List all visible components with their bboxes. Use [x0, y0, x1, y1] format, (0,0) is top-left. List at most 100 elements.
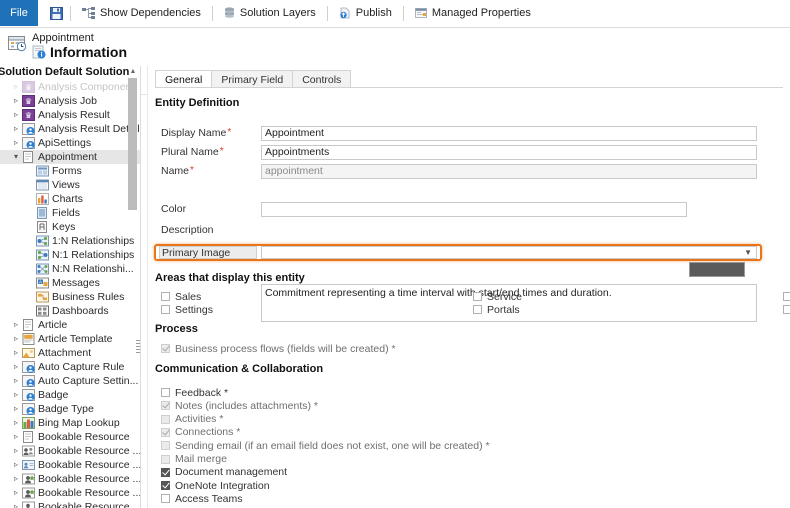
communication-checkbox-feedback[interactable]: Feedback * [161, 386, 228, 399]
tree-node-auto-capture-rule[interactable]: ▹Auto Capture Rule [0, 360, 140, 374]
expand-collapse-icon[interactable]: ▹ [10, 444, 22, 458]
checkbox-icon[interactable] [161, 305, 170, 314]
tree-node-1-n-relationships[interactable]: 1:N Relationships [0, 234, 140, 248]
checkbox-icon[interactable] [161, 468, 170, 477]
expand-collapse-icon[interactable]: ▹ [10, 122, 22, 136]
tree-node-analysis-job[interactable]: ▹♛Analysis Job [0, 94, 140, 108]
solution-tree[interactable]: ▹♛Analysis Component▹♛Analysis Job▹♛Anal… [0, 80, 140, 508]
communication-checkbox-onenote-integration[interactable]: OneNote Integration [161, 479, 270, 492]
checkbox-icon[interactable] [783, 292, 790, 301]
tree-node-label: Messages [52, 277, 100, 289]
tree-node-badge-type[interactable]: ▹Badge Type [0, 402, 140, 416]
expand-collapse-icon[interactable]: ▹ [10, 80, 22, 94]
checkbox-icon[interactable] [473, 305, 482, 314]
color-swatch[interactable] [689, 262, 745, 277]
entity-blue-icon [22, 375, 35, 387]
display-name-label: Display Name* [161, 127, 230, 139]
plural-name-input[interactable]: Appointments [261, 145, 757, 160]
managed-properties-button[interactable]: Managed Properties [411, 2, 535, 24]
tree-node-analysis-component[interactable]: ▹♛Analysis Component [0, 80, 140, 94]
tree-node-apisettings[interactable]: ▹ApiSettings [0, 136, 140, 150]
tree-node-bookable-resource[interactable]: ▹Bookable Resource ... [0, 472, 140, 486]
tree-node-bing-map-lookup[interactable]: ▹Bing Map Lookup [0, 416, 140, 430]
tree-scrollbar-thumb[interactable] [128, 78, 137, 210]
area-checkbox-settings[interactable]: Settings [161, 303, 213, 316]
expand-collapse-icon[interactable]: ▹ [10, 332, 22, 346]
tab-general[interactable]: General [155, 70, 212, 88]
tree-node-analysis-result-detail[interactable]: ▹Analysis Result Detail [0, 122, 140, 136]
expand-collapse-icon[interactable]: ▹ [10, 500, 22, 508]
expand-collapse-icon[interactable]: ▹ [10, 94, 22, 108]
expand-collapse-icon[interactable]: ▹ [10, 388, 22, 402]
tree-node-forms[interactable]: Forms [0, 164, 140, 178]
tree-node-bookable-resource[interactable]: ▹Bookable Resource ... [0, 486, 140, 500]
communication-checkbox-access-teams[interactable]: Access Teams [161, 492, 243, 505]
file-menu-tab[interactable]: File [0, 0, 38, 26]
tree-node-n-n-relationshi[interactable]: N:N Relationshi... [0, 262, 140, 276]
tab-strip[interactable]: GeneralPrimary FieldControls [155, 70, 350, 88]
entity-purple-icon: ♛ [22, 95, 35, 107]
area-checkbox-service[interactable]: Service [473, 290, 522, 303]
communication-checkbox-document-management[interactable]: Document management [161, 466, 287, 479]
show-dependencies-button[interactable]: Show Dependencies [78, 2, 205, 24]
tree-node-article[interactable]: ▹Article [0, 318, 140, 332]
tree-node-business-rules[interactable]: Business Rules [0, 290, 140, 304]
tree-node-keys[interactable]: Keys [0, 220, 140, 234]
tree-node-article-template[interactable]: ▹ Article Template [0, 332, 140, 346]
expand-collapse-icon[interactable]: ▹ [10, 374, 22, 388]
expand-collapse-icon[interactable]: ▹ [10, 402, 22, 416]
properties-icon [415, 7, 427, 19]
expand-collapse-icon[interactable]: ▹ [10, 318, 22, 332]
tree-node-fields[interactable]: Fields [0, 206, 140, 220]
area-checkbox-item1[interactable] [783, 303, 790, 316]
display-name-input[interactable]: Appointment [261, 126, 757, 141]
area-checkbox-portals[interactable]: Portals [473, 303, 520, 316]
tab-controls[interactable]: Controls [292, 70, 351, 88]
tree-node-bookable-resource[interactable]: ▹Bookable Resource ... [0, 458, 140, 472]
checkbox-icon[interactable] [161, 494, 170, 503]
tree-node-auto-capture-settin[interactable]: ▹Auto Capture Settin... [0, 374, 140, 388]
expand-collapse-open-icon[interactable]: ▾ [10, 150, 22, 164]
tree-node-analysis-result[interactable]: ▹♛Analysis Result [0, 108, 140, 122]
publish-button[interactable]: Publish [335, 2, 396, 24]
tree-node-label: Article Template [38, 333, 113, 345]
tree-node-attachment[interactable]: ▹Attachment [0, 346, 140, 360]
checkbox-icon[interactable] [473, 292, 482, 301]
expand-collapse-icon[interactable]: ▹ [10, 416, 22, 430]
tree-node-charts[interactable]: Charts [0, 192, 140, 206]
expand-collapse-icon[interactable]: ▹ [10, 136, 22, 150]
tree-node-views[interactable]: Views [0, 178, 140, 192]
tree-node-bookable-resource[interactable]: ▹Bookable Resource ... [0, 500, 140, 508]
color-input[interactable] [261, 202, 687, 217]
expand-collapse-icon[interactable]: ▹ [10, 458, 22, 472]
expand-collapse-icon[interactable]: ▹ [10, 346, 22, 360]
checkbox-icon [161, 401, 170, 410]
expand-collapse-icon[interactable]: ▹ [10, 486, 22, 500]
checkbox-icon[interactable] [161, 481, 170, 490]
save-icon[interactable] [50, 7, 63, 20]
area-checkbox-item0[interactable] [783, 290, 790, 303]
communication-checkbox-sending-email-if-an-email-field-does-not-exist-one-will-be-created: Sending email (if an email field does no… [161, 439, 490, 452]
expand-collapse-icon[interactable]: ▹ [10, 108, 22, 122]
expand-collapse-icon[interactable]: ▹ [10, 360, 22, 374]
expand-collapse-icon[interactable]: ▹ [10, 472, 22, 486]
tree-node-n-1-relationships[interactable]: N:1 Relationships [0, 248, 140, 262]
tree-node-appointment[interactable]: ▾Appointment [0, 150, 140, 164]
tree-scroll-up-arrow[interactable]: ▲ [129, 68, 137, 75]
primary-image-select[interactable]: ▼ [261, 246, 757, 259]
solution-layers-button[interactable]: Solution Layers [220, 2, 320, 24]
checkbox-icon[interactable] [161, 388, 170, 397]
tree-node-label: Badge [38, 389, 68, 401]
tree-node-dashboards[interactable]: Dashboards [0, 304, 140, 318]
tree-node-bookable-resource[interactable]: ▹Bookable Resource ... [0, 444, 140, 458]
checkbox-icon [161, 344, 170, 353]
field-row-display-name: Display Name* Appointment [148, 126, 790, 143]
tree-node-bookable-resource[interactable]: ▹Bookable Resource [0, 430, 140, 444]
checkbox-icon[interactable] [783, 305, 790, 314]
area-checkbox-sales[interactable]: Sales [161, 290, 201, 303]
tree-node-badge[interactable]: ▹ Badge [0, 388, 140, 402]
expand-collapse-icon[interactable]: ▹ [10, 430, 22, 444]
tree-node-messages[interactable]: AMessages [0, 276, 140, 290]
checkbox-icon[interactable] [161, 292, 170, 301]
tab-primary-field[interactable]: Primary Field [211, 70, 293, 88]
